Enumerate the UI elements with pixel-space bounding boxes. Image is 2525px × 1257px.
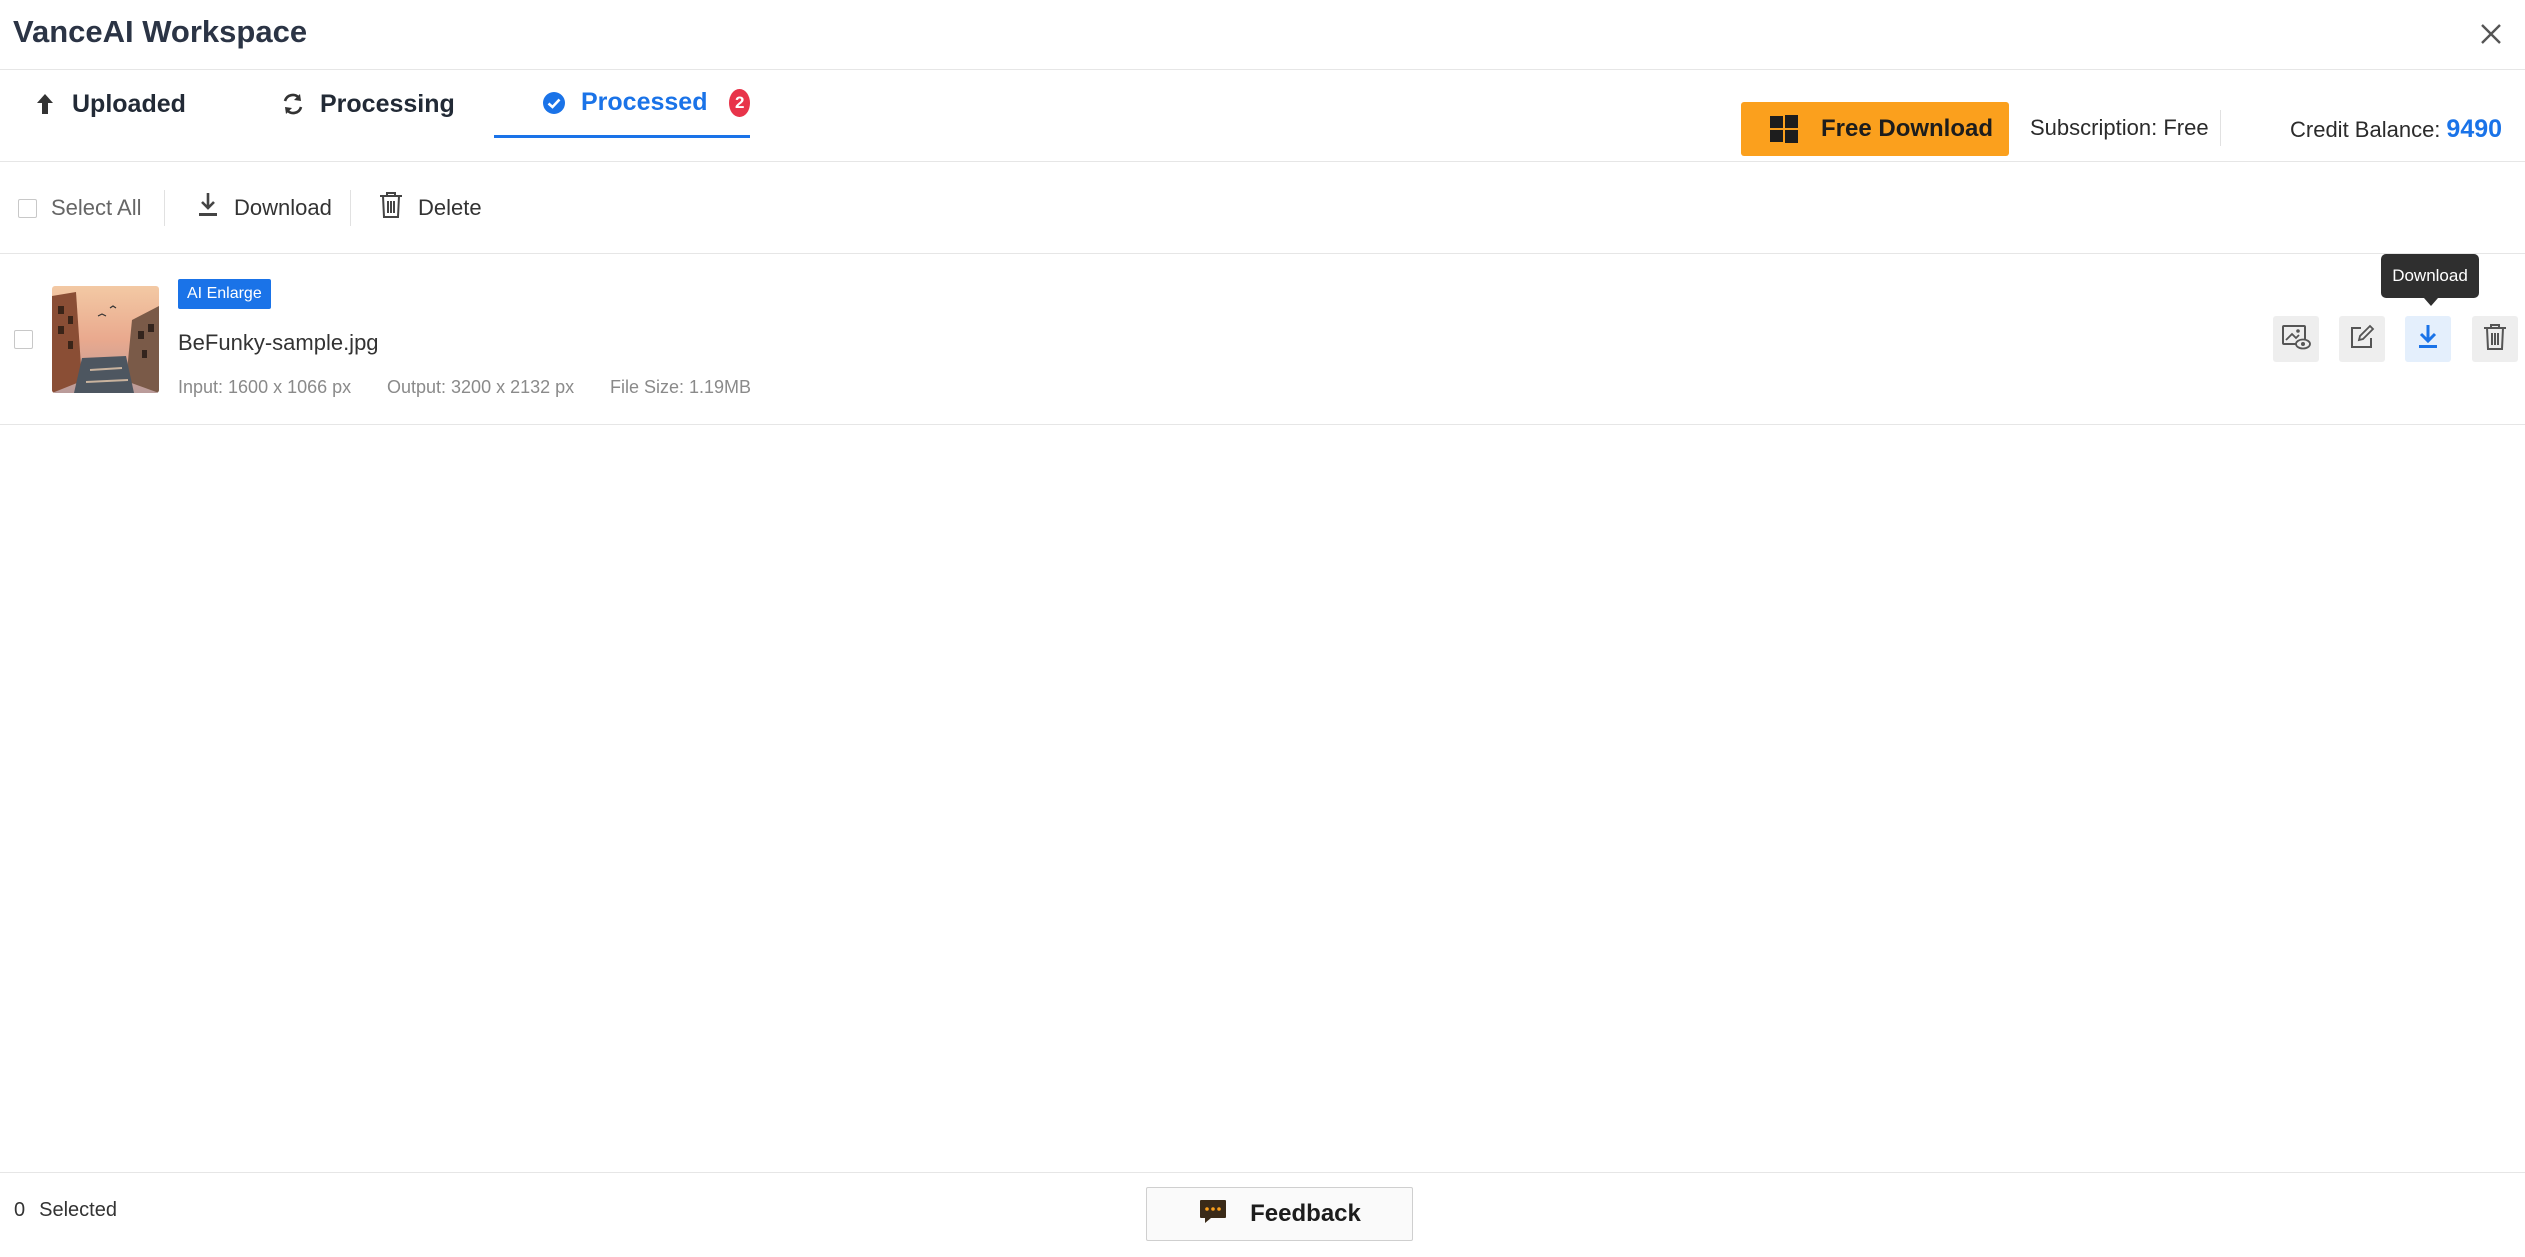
bulk-download-label: Download — [234, 195, 332, 220]
chat-bubble-icon — [1198, 1196, 1228, 1233]
trash-icon — [2482, 322, 2508, 357]
tab-uploaded[interactable]: Uploaded — [32, 70, 186, 138]
app-title: VanceAI Workspace — [13, 14, 308, 49]
download-tooltip: Download — [2381, 254, 2479, 306]
tab-processing[interactable]: Processing — [280, 70, 455, 138]
tab-processed[interactable]: Processed 2 — [494, 70, 750, 138]
subscription-label: Subscription: — [2030, 115, 2158, 140]
arrow-up-icon — [32, 91, 58, 117]
tab-bar: Uploaded Processing Processed 2 Free Dow… — [0, 70, 2525, 162]
tab-processed-label: Processed — [581, 88, 708, 116]
select-all-control[interactable]: Select All — [18, 162, 142, 254]
subscription-info: Subscription: Free — [2030, 115, 2209, 141]
bulk-delete-label: Delete — [418, 195, 482, 220]
check-circle-icon — [541, 90, 567, 116]
edit-icon — [2349, 324, 2375, 355]
file-name: BeFunky-sample.jpg — [178, 330, 379, 355]
title-bar: VanceAI Workspace — [0, 0, 2525, 70]
image-preview-icon — [2281, 323, 2311, 356]
download-icon — [2416, 323, 2440, 356]
row-delete-button[interactable] — [2472, 316, 2518, 362]
select-all-label: Select All — [51, 195, 142, 220]
download-icon — [196, 191, 220, 225]
selected-count-number: 0 — [14, 1199, 26, 1221]
refresh-icon — [280, 91, 306, 117]
free-download-label: Free Download — [1821, 115, 1994, 142]
edit-button[interactable] — [2339, 316, 2385, 362]
bulk-toolbar: Select All Download Delete — [0, 162, 2525, 254]
select-all-checkbox[interactable] — [18, 198, 37, 218]
credit-balance: Credit Balance: 9490 — [2290, 115, 2502, 144]
bulk-delete-button[interactable]: Delete — [378, 162, 482, 254]
toolbar-divider — [350, 190, 351, 226]
credit-value: 9490 — [2446, 115, 2503, 143]
output-dimensions: Output: 3200 x 2132 px — [387, 377, 575, 397]
bulk-download-button[interactable]: Download — [196, 162, 332, 254]
credit-label: Credit Balance: — [2290, 117, 2441, 142]
footer-bar: 0 Selected Feedback — [0, 1172, 2525, 1257]
processed-count-badge: 2 — [729, 88, 750, 117]
row-checkbox[interactable] — [14, 330, 33, 349]
table-row: AI Enlarge BeFunky-sample.jpg Input: 160… — [0, 254, 2525, 425]
free-download-button[interactable]: Free Download — [1741, 102, 2009, 156]
input-dimensions: Input: 1600 x 1066 px — [178, 377, 352, 397]
close-icon[interactable] — [2475, 18, 2507, 50]
ai-enlarge-tag: AI Enlarge — [178, 279, 271, 309]
tab-uploaded-label: Uploaded — [72, 89, 186, 118]
tab-processing-label: Processing — [320, 89, 455, 118]
row-download-button[interactable] — [2405, 316, 2451, 362]
windows-icon — [1769, 114, 1799, 144]
workspace-window: VanceAI Workspace Uploaded Processing Pr… — [0, 0, 2525, 1257]
trash-icon — [378, 190, 404, 226]
preview-button[interactable] — [2273, 316, 2319, 362]
header-divider — [2220, 110, 2221, 146]
selected-count-label: Selected — [39, 1199, 117, 1221]
subscription-value: Free — [2163, 115, 2209, 140]
toolbar-divider — [164, 190, 165, 226]
file-size: File Size: 1.19MB — [610, 377, 752, 397]
feedback-button[interactable]: Feedback — [1146, 1187, 1413, 1241]
file-thumbnail[interactable] — [52, 286, 159, 393]
selected-count: 0 Selected — [14, 1199, 117, 1222]
feedback-label: Feedback — [1250, 1200, 1361, 1227]
